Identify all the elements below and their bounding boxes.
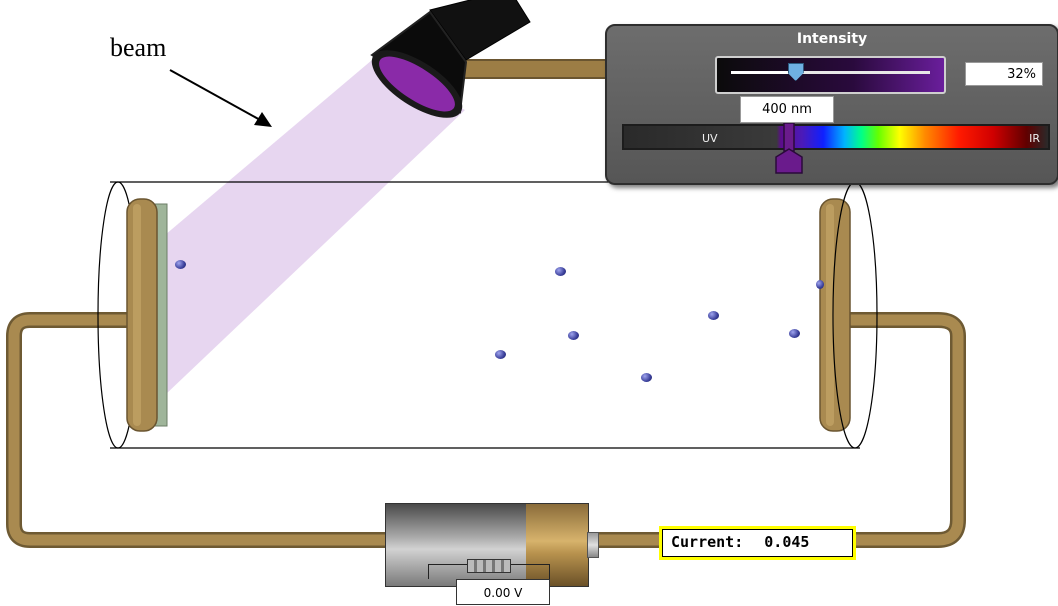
intensity-slider-fill <box>731 71 795 74</box>
photoelectric-simulation: beam Intensity 32% 400 nm UV IR 0.00 V C… <box>0 0 1058 605</box>
beam-arrow <box>169 69 272 127</box>
electron-icon <box>708 311 719 320</box>
current-value: 0.045 <box>764 533 810 551</box>
current-readout: Current: 0.045 <box>659 526 856 560</box>
emitter-electrode <box>126 198 158 432</box>
battery-terminal <box>587 532 599 558</box>
wavelength-value-field[interactable]: 400 nm <box>740 96 834 123</box>
lamp-arm <box>461 59 613 79</box>
voltage-value-field[interactable]: 0.00 V <box>456 579 550 605</box>
electron-icon <box>789 329 800 338</box>
electron-icon <box>495 350 506 359</box>
current-readout-text: Current: 0.045 <box>662 529 853 557</box>
wavelength-spectrum-slider[interactable]: UV IR <box>622 124 1050 150</box>
intensity-title: Intensity <box>796 31 868 47</box>
beam-label: beam <box>110 33 167 62</box>
intensity-slider-thumb[interactable] <box>787 63 804 81</box>
electron-icon <box>175 260 186 269</box>
electron-icon <box>641 373 652 382</box>
intensity-value-field[interactable]: 32% <box>965 62 1043 86</box>
spectrum-ir-label: IR <box>1029 132 1040 145</box>
current-label: Current: <box>671 533 744 551</box>
wavelength-marker-icon[interactable] <box>775 123 803 175</box>
intensity-slider[interactable] <box>715 56 946 94</box>
electron-icon <box>555 267 566 276</box>
voltage-slider-knob[interactable] <box>467 559 511 573</box>
electron-icon <box>568 331 579 340</box>
electron-icon <box>816 280 824 289</box>
intensity-panel: Intensity 32% 400 nm UV IR <box>605 24 1058 185</box>
collector-electrode <box>819 198 851 432</box>
spectrum-uv-label: UV <box>702 132 718 145</box>
